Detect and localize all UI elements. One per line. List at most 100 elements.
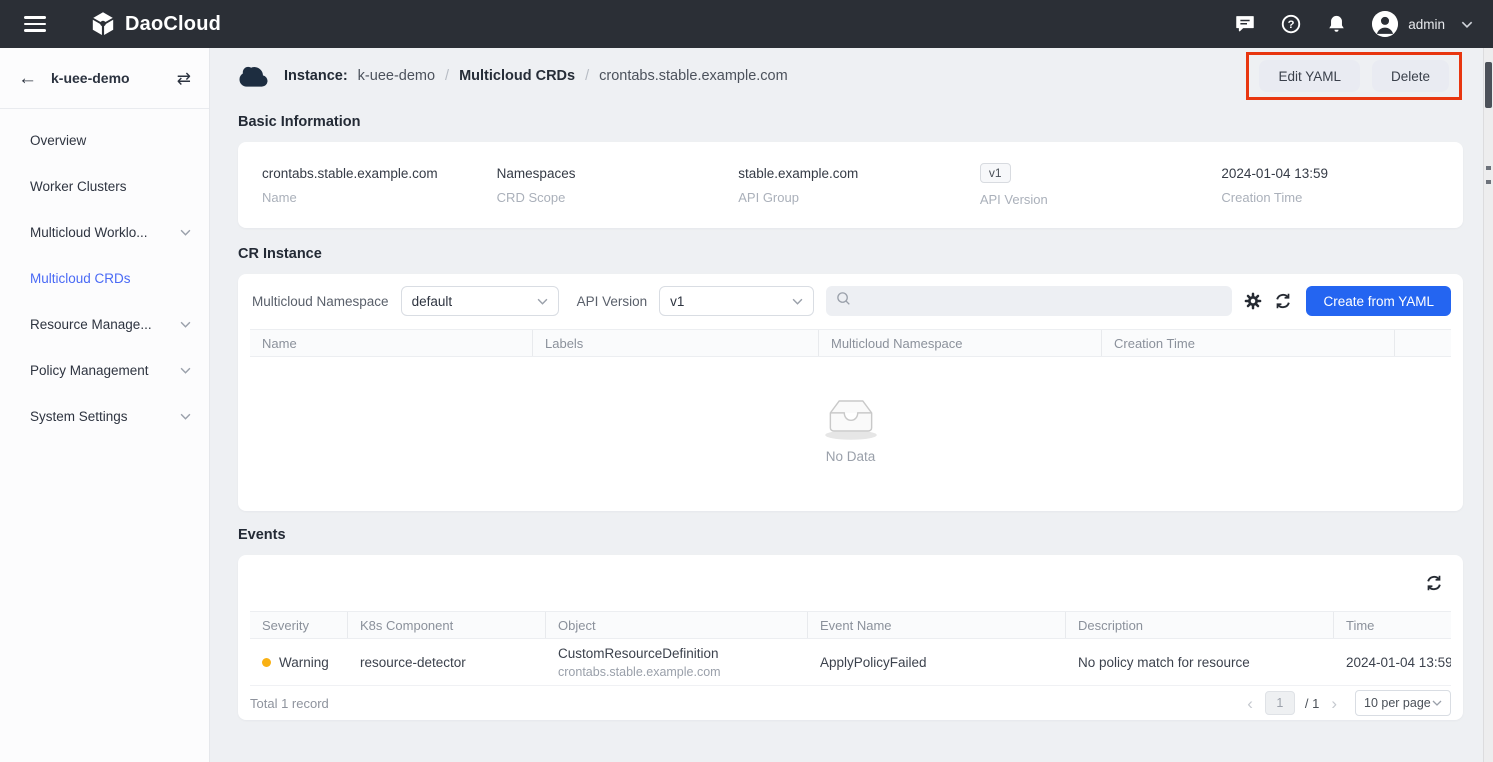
object-cell: CustomResourceDefinition crontabs.stable…: [546, 646, 808, 679]
sidebar-item-multicloud-workloads[interactable]: Multicloud Worklo...: [0, 209, 209, 255]
sidebar-item-label: System Settings: [30, 409, 180, 424]
prev-page-icon[interactable]: ‹: [1245, 695, 1255, 712]
per-page-value: 10 per page: [1364, 696, 1431, 710]
total-records-text: Total 1 record: [250, 696, 329, 711]
refresh-icon[interactable]: [1274, 292, 1292, 310]
field-label: API Group: [738, 190, 980, 205]
header-actions: Edit YAML Delete: [1259, 60, 1449, 92]
delete-button[interactable]: Delete: [1372, 60, 1449, 92]
sidebar-item-system-settings[interactable]: System Settings: [0, 393, 209, 439]
sidebar-item-label: Overview: [30, 133, 191, 148]
basic-information-title: Basic Information: [238, 114, 1463, 130]
sidebar-item-label: Multicloud Worklo...: [30, 225, 180, 240]
sidebar-header: ← k-uee-demo ⇄: [0, 48, 209, 109]
main-content: Instance: k-uee-demo / Multicloud CRDs /…: [211, 48, 1483, 762]
time-cell: 2024-01-04 13:59: [1334, 655, 1451, 670]
column-header-multicloud-namespace[interactable]: Multicloud Namespace: [819, 330, 1102, 356]
field-value: Namespaces: [497, 166, 739, 181]
api-version-filter-label: API Version: [577, 294, 648, 309]
table-row[interactable]: Warning resource-detector CustomResource…: [250, 639, 1451, 686]
namespace-select[interactable]: default: [401, 286, 559, 316]
next-page-icon[interactable]: ›: [1329, 695, 1339, 712]
description-cell: No policy match for resource: [1066, 655, 1334, 670]
object-kind: CustomResourceDefinition: [558, 646, 796, 661]
object-name: crontabs.stable.example.com: [558, 665, 796, 679]
hamburger-menu-icon[interactable]: [24, 16, 46, 32]
events-title: Events: [238, 527, 1463, 543]
breadcrumb-item-instance[interactable]: k-uee-demo: [358, 68, 435, 84]
daocloud-logo-icon: [90, 11, 116, 37]
no-data-icon: [818, 393, 884, 441]
column-header-event-name[interactable]: Event Name: [808, 612, 1066, 638]
chevron-down-icon: [180, 413, 191, 420]
sidebar-item-label: Policy Management: [30, 363, 180, 378]
column-header-actions: [1395, 330, 1451, 356]
brand-logo[interactable]: DaoCloud: [90, 11, 221, 37]
top-navbar: DaoCloud ? admin: [0, 0, 1493, 48]
cr-instance-title: CR Instance: [238, 246, 1463, 262]
chevron-down-icon: [792, 298, 803, 305]
sidebar-item-label: Worker Clusters: [30, 179, 191, 194]
help-icon[interactable]: ?: [1281, 14, 1301, 34]
refresh-events-icon[interactable]: [1425, 574, 1443, 592]
field-value: crontabs.stable.example.com: [262, 166, 497, 181]
user-menu-chevron-icon[interactable]: [1461, 21, 1473, 28]
events-card: Severity K8s Component Object Event Name…: [238, 555, 1463, 720]
sidebar-item-overview[interactable]: Overview: [0, 117, 209, 163]
pagination: ‹ 1 / 1 › 10 per page: [1245, 690, 1451, 716]
notifications-bell-icon[interactable]: [1327, 14, 1346, 34]
column-header-object[interactable]: Object: [546, 612, 808, 638]
breadcrumb-prefix: Instance:: [284, 68, 348, 84]
username[interactable]: admin: [1408, 17, 1445, 32]
breadcrumb-item-multicloud-crds[interactable]: Multicloud CRDs: [459, 68, 575, 84]
scrollbar-tick: [1486, 166, 1491, 170]
column-header-description[interactable]: Description: [1066, 612, 1334, 638]
back-icon[interactable]: ←: [18, 69, 37, 88]
column-header-creation-time[interactable]: Creation Time: [1102, 330, 1395, 356]
create-from-yaml-button[interactable]: Create from YAML: [1306, 286, 1451, 316]
namespace-select-value: default: [412, 294, 453, 309]
per-page-select[interactable]: 10 per page: [1355, 690, 1451, 716]
namespace-filter-label: Multicloud Namespace: [252, 294, 389, 309]
breadcrumb-separator: /: [445, 68, 449, 84]
events-table-header: Severity K8s Component Object Event Name…: [250, 611, 1451, 639]
field-value: 2024-01-04 13:59: [1221, 166, 1463, 181]
search-box[interactable]: [826, 286, 1232, 316]
cr-filter-row: Multicloud Namespace default API Version…: [250, 286, 1451, 316]
field-crd-scope: Namespaces CRD Scope: [497, 166, 739, 205]
switch-instance-icon[interactable]: ⇄: [177, 70, 191, 87]
search-input[interactable]: [859, 294, 1222, 309]
column-header-severity[interactable]: Severity: [250, 612, 348, 638]
events-toolbar: [250, 555, 1451, 611]
no-data-text: No Data: [826, 449, 876, 464]
cloud-icon: [238, 65, 270, 88]
field-label: Creation Time: [1221, 190, 1463, 205]
field-api-group: stable.example.com API Group: [738, 166, 980, 205]
column-header-labels[interactable]: Labels: [533, 330, 819, 356]
scrollbar[interactable]: [1483, 48, 1493, 762]
column-header-k8s-component[interactable]: K8s Component: [348, 612, 546, 638]
messages-icon[interactable]: [1235, 14, 1255, 34]
sidebar-item-multicloud-crds[interactable]: Multicloud CRDs: [0, 255, 209, 301]
field-label: CRD Scope: [497, 190, 739, 205]
empty-state: No Data: [250, 357, 1451, 499]
api-version-select[interactable]: v1: [659, 286, 814, 316]
field-api-version: v1 API Version: [980, 163, 1222, 207]
chevron-down-icon: [180, 229, 191, 236]
chevron-down-icon: [1432, 700, 1442, 706]
sidebar-item-resource-management[interactable]: Resource Manage...: [0, 301, 209, 347]
scrollbar-tick: [1486, 180, 1491, 184]
column-header-name[interactable]: Name: [250, 330, 533, 356]
api-version-badge: v1: [980, 163, 1011, 183]
avatar[interactable]: [1372, 11, 1398, 37]
breadcrumb-item-current: crontabs.stable.example.com: [599, 68, 788, 84]
sidebar-item-policy-management[interactable]: Policy Management: [0, 347, 209, 393]
scrollbar-thumb[interactable]: [1485, 62, 1492, 108]
settings-gear-icon[interactable]: [1244, 292, 1262, 310]
column-header-time[interactable]: Time: [1334, 612, 1451, 638]
edit-yaml-button[interactable]: Edit YAML: [1259, 60, 1360, 92]
breadcrumb: Instance: k-uee-demo / Multicloud CRDs /…: [238, 65, 788, 88]
event-name-cell: ApplyPolicyFailed: [808, 655, 1066, 670]
sidebar-item-worker-clusters[interactable]: Worker Clusters: [0, 163, 209, 209]
page-number-input[interactable]: 1: [1265, 691, 1295, 715]
